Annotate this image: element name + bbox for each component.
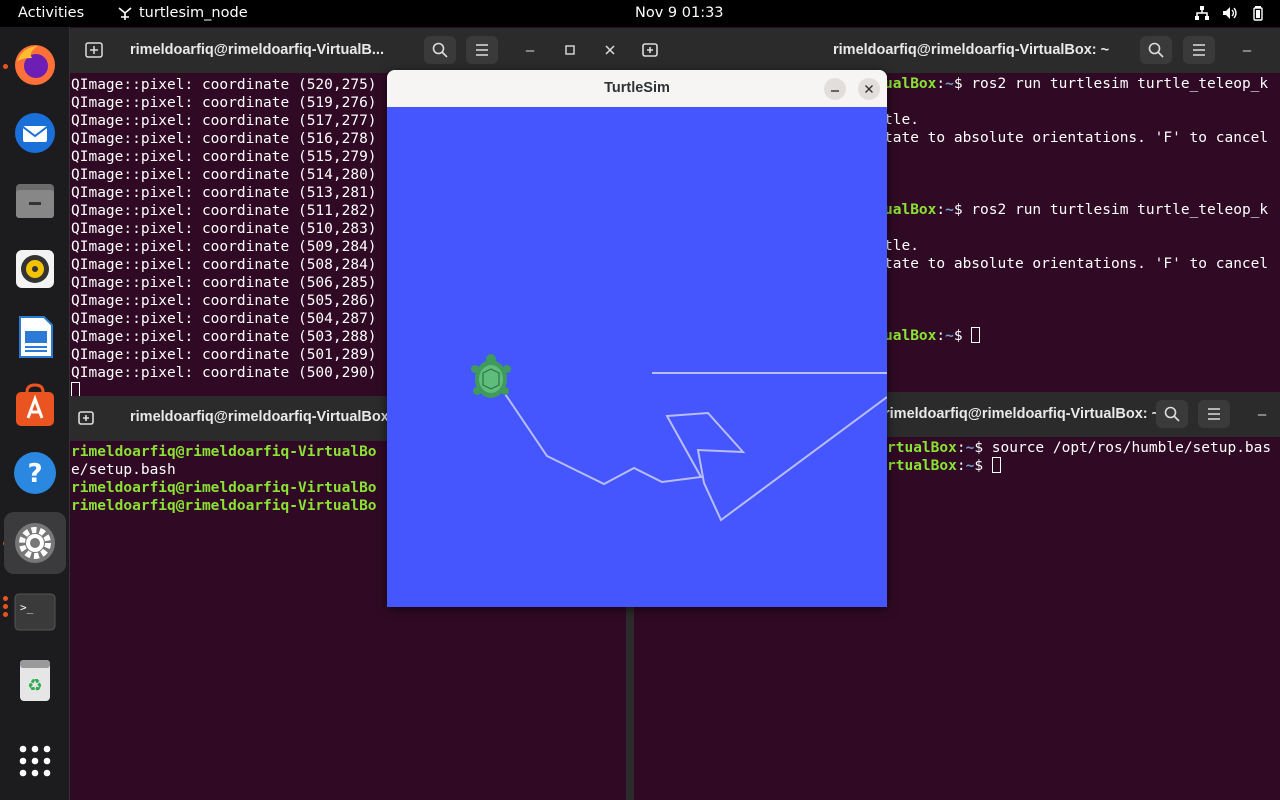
terminal-cursor <box>971 327 981 343</box>
trash-icon[interactable]: ♻ <box>11 656 59 704</box>
close-button[interactable] <box>598 38 622 62</box>
prompt-tail: ualBox <box>884 328 937 344</box>
minimize-button[interactable]: – <box>518 38 542 62</box>
prompt-tail: rtualBox <box>887 458 957 474</box>
app-menu[interactable]: turtlesim_node <box>117 5 248 21</box>
svg-text:>_: >_ <box>20 601 34 614</box>
terminal-cursor <box>991 457 1001 473</box>
network-icon <box>1195 6 1209 20</box>
svg-text:♻: ♻ <box>27 676 42 696</box>
turtlesim-title: TurtleSim <box>604 80 670 96</box>
command-text: $ ros2 run turtlesim turtle_teleop_k <box>953 76 1269 92</box>
prompt-tail: ualBox <box>884 202 937 218</box>
settings-icon[interactable] <box>4 512 66 574</box>
search-icon <box>432 42 448 58</box>
running-indicator <box>3 596 8 601</box>
terminal-header: rimeldoarfiq@rimeldoarfiq-VirtualBox: ~ … <box>634 28 1280 73</box>
running-indicator <box>3 64 8 69</box>
terminal-title: rimeldoarfiq@rimeldoarfiq-VirtualBox: <box>130 409 394 425</box>
app-name: turtlesim_node <box>139 5 248 21</box>
new-tab-button[interactable] <box>78 36 110 64</box>
hamburger-icon <box>476 44 488 56</box>
system-tray[interactable] <box>1194 5 1266 21</box>
running-indicator <box>3 612 8 617</box>
command-text: $ source /opt/ros/humble/setup.bas <box>974 440 1272 456</box>
prompt-colon: : <box>936 202 946 218</box>
rhythmbox-icon[interactable] <box>11 245 59 293</box>
app-center-icon[interactable] <box>11 381 59 429</box>
prompt-tail: rtualBox <box>887 440 957 456</box>
turtlesim-titlebar[interactable]: TurtleSim <box>387 70 887 108</box>
prompt-colon: : <box>936 76 946 92</box>
maximize-button[interactable] <box>558 38 582 62</box>
activities-button[interactable]: Activities <box>18 5 84 21</box>
hamburger-icon <box>1193 44 1205 56</box>
prompt-colon: : <box>936 328 946 344</box>
menu-button[interactable] <box>466 36 498 64</box>
running-indicator <box>3 604 8 609</box>
search-icon <box>1164 406 1180 422</box>
clock[interactable]: Nov 9 01:33 <box>635 5 724 21</box>
menu-button[interactable] <box>1198 400 1230 428</box>
minimize-icon <box>831 90 839 92</box>
close-icon <box>605 45 615 55</box>
search-button[interactable] <box>424 36 456 64</box>
show-apps-icon[interactable] <box>11 737 59 785</box>
new-tab-icon[interactable] <box>70 404 102 432</box>
turtlesim-canvas <box>387 107 888 607</box>
firefox-icon[interactable] <box>11 41 59 89</box>
prompt-dir: ~ <box>965 458 975 474</box>
new-tab-icon <box>85 42 103 58</box>
minimize-button[interactable] <box>824 78 846 100</box>
prompt-dir: ~ <box>965 440 975 456</box>
hamburger-icon <box>1208 408 1220 420</box>
close-button[interactable] <box>858 78 880 100</box>
turtlesim-window[interactable]: TurtleSim <box>387 70 888 607</box>
search-icon <box>1148 42 1164 58</box>
command-text: $ <box>953 328 972 344</box>
close-icon <box>865 85 873 93</box>
volume-icon <box>1223 7 1237 19</box>
dock: ? >_ ♻ <box>0 27 70 800</box>
turtle-icon <box>471 354 511 398</box>
terminal-title: rimeldoarfiq@rimeldoarfiq-VirtualBox: ~ <box>884 406 1161 422</box>
thunderbird-icon[interactable] <box>11 109 59 157</box>
svg-text:?: ? <box>27 459 42 489</box>
prompt-tail: ualBox <box>884 76 937 92</box>
terminal-title: rimeldoarfiq@rimeldoarfiq-VirtualB... <box>130 42 384 58</box>
maximize-icon <box>565 45 575 55</box>
battery-icon <box>1253 6 1263 21</box>
menu-button[interactable] <box>1183 36 1215 64</box>
new-tab-icon[interactable] <box>634 36 666 64</box>
files-icon[interactable] <box>11 177 59 225</box>
writer-icon[interactable] <box>11 313 59 361</box>
search-button[interactable] <box>1156 400 1188 428</box>
top-bar: Activities turtlesim_node Nov 9 01:33 <box>0 0 1280 27</box>
command-text: $ <box>974 458 992 474</box>
minimize-button[interactable]: – <box>1250 402 1274 426</box>
terminal-icon[interactable]: >_ <box>11 588 59 636</box>
prompt-dir: ~ <box>945 76 954 92</box>
minimize-button[interactable]: – <box>1235 38 1259 62</box>
prompt-dir: ~ <box>945 328 954 344</box>
terminal-title: rimeldoarfiq@rimeldoarfiq-VirtualBox: ~ <box>833 42 1110 58</box>
prompt-colon: : <box>956 458 966 474</box>
prompt-colon: : <box>956 440 966 456</box>
prompt-dir: ~ <box>945 202 954 218</box>
pen-trail <box>494 378 888 522</box>
turtlesim-app-icon <box>118 7 132 20</box>
help-icon[interactable]: ? <box>11 449 59 497</box>
terminal-header: rimeldoarfiq@rimeldoarfiq-VirtualB... – <box>70 28 634 73</box>
terminal-cursor <box>71 382 80 396</box>
search-button[interactable] <box>1140 36 1172 64</box>
command-text: $ ros2 run turtlesim turtle_teleop_k <box>953 202 1269 218</box>
